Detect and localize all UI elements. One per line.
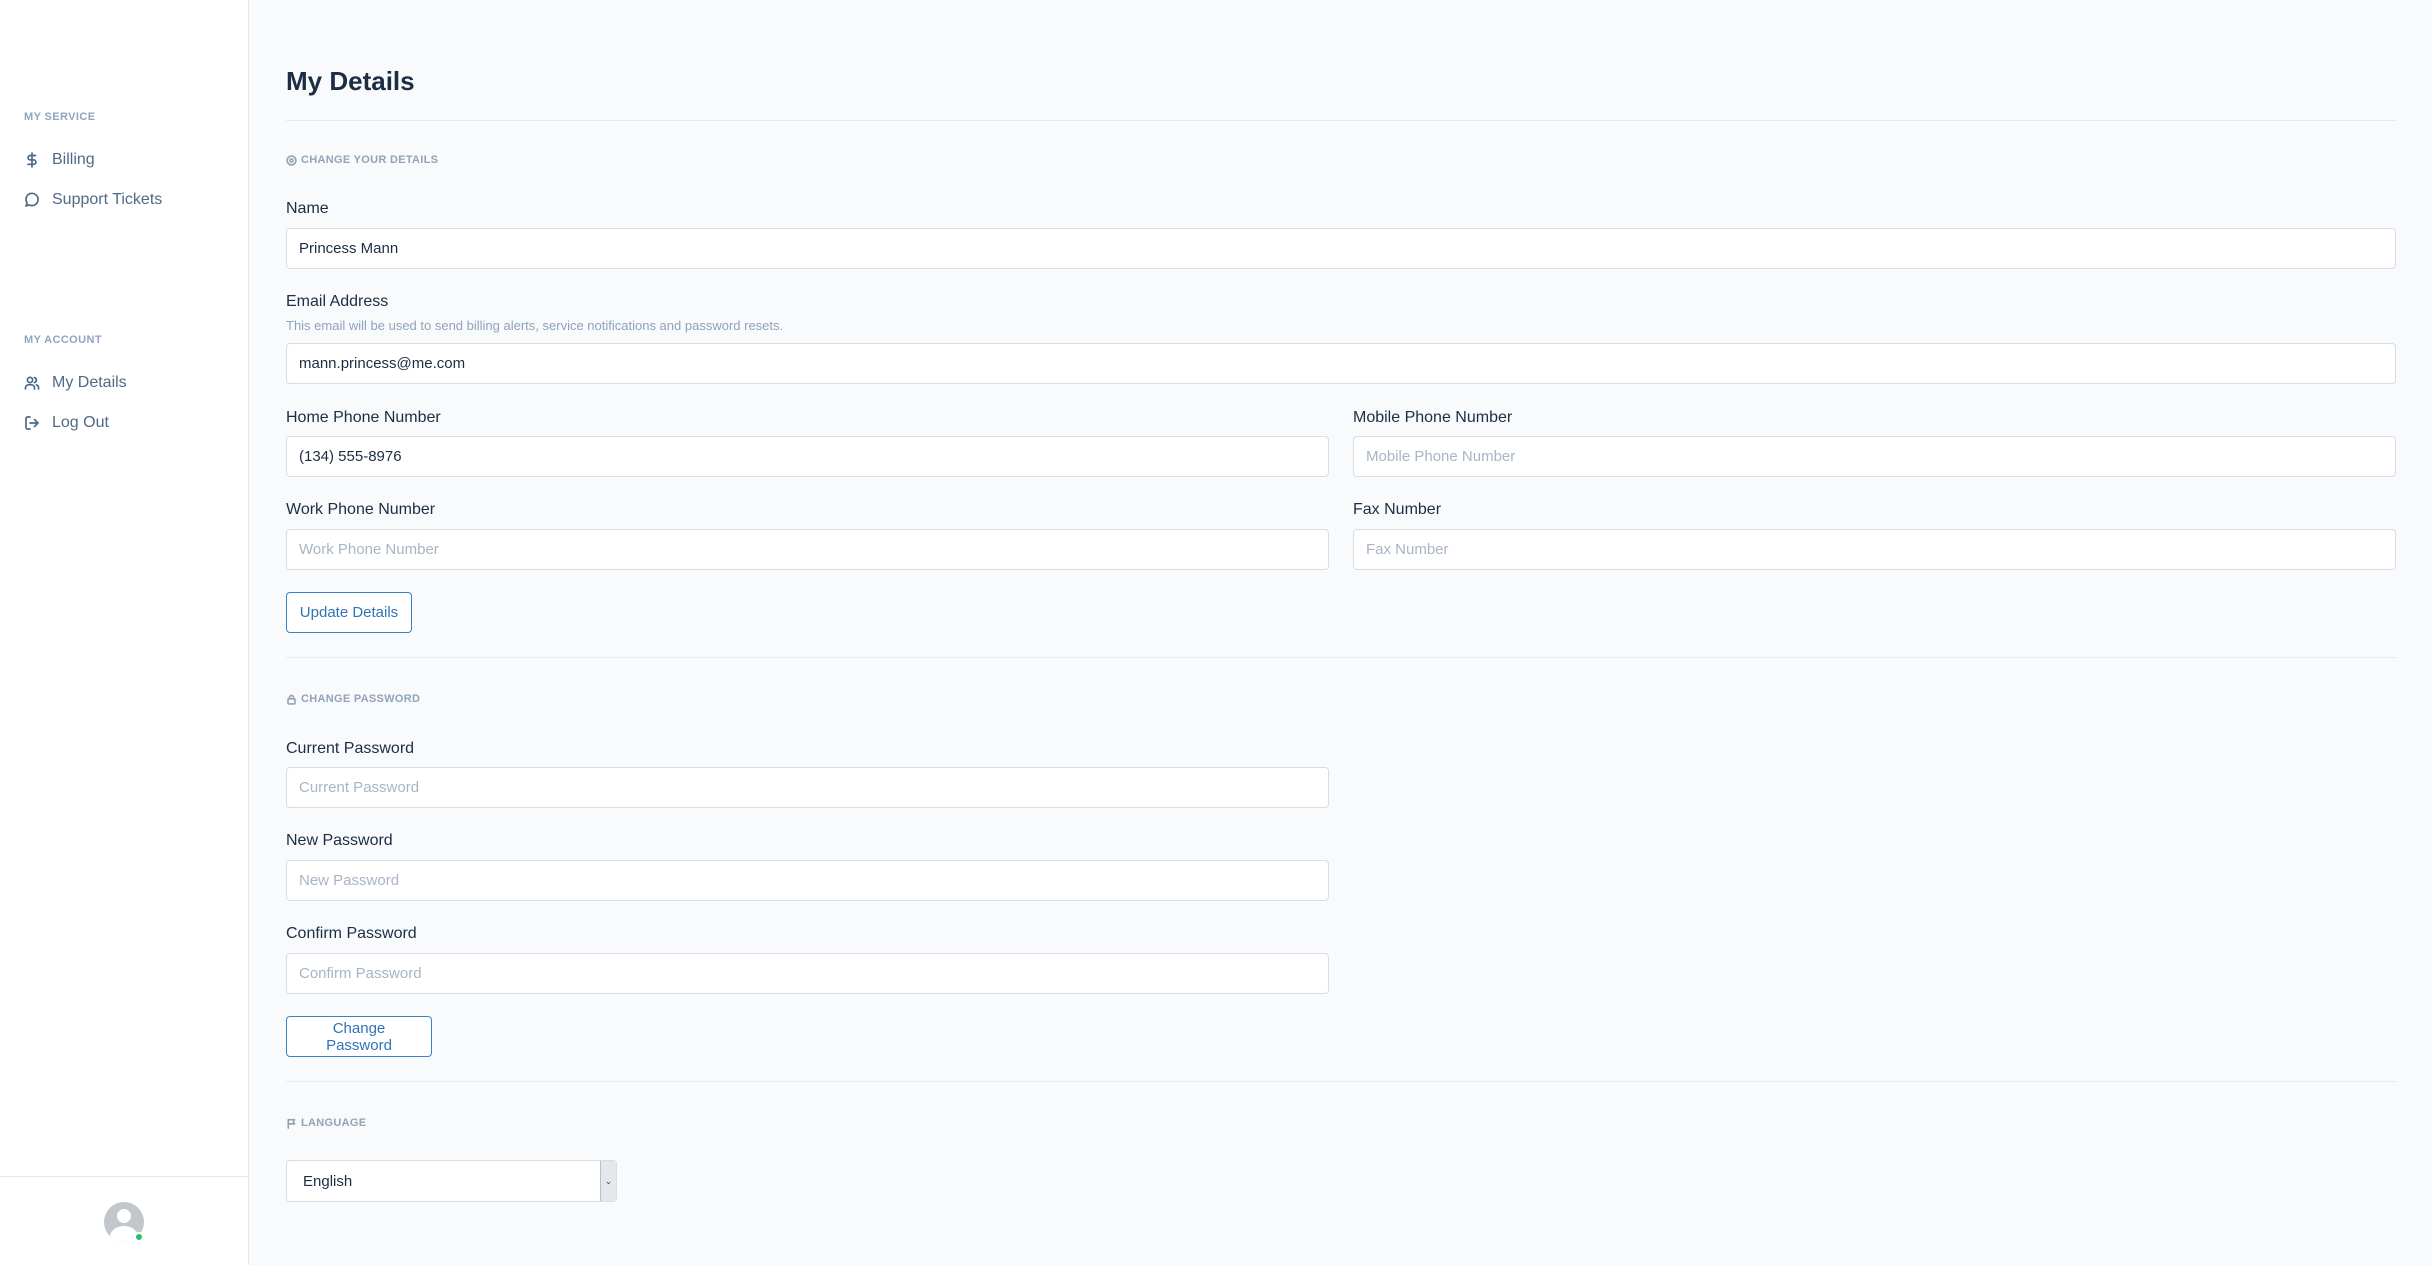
section-label-change-details: CHANGE YOUR DETAILS xyxy=(286,154,438,166)
sidebar-section-my-account: MY ACCOUNT xyxy=(24,334,102,346)
sidebar: MY SERVICE Billing Support Tickets MY AC… xyxy=(0,0,249,1265)
main-content: My Details CHANGE YOUR DETAILS Name Emai… xyxy=(286,0,2396,1265)
chevron-down-icon[interactable]: ⌄ xyxy=(600,1161,616,1201)
section-label-text: LANGUAGE xyxy=(301,1117,367,1129)
home-phone-label: Home Phone Number xyxy=(286,409,441,426)
work-phone-label: Work Phone Number xyxy=(286,501,436,518)
flag-icon xyxy=(287,1118,296,1129)
email-label: Email Address xyxy=(286,293,389,310)
sidebar-section-my-service: MY SERVICE xyxy=(24,111,96,123)
settings-circle-icon xyxy=(286,154,297,166)
change-password-button[interactable]: Change Password xyxy=(286,1016,432,1057)
confirm-password-input[interactable] xyxy=(286,953,1329,994)
sidebar-item-support-tickets[interactable]: Support Tickets xyxy=(24,191,162,209)
update-details-button[interactable]: Update Details xyxy=(286,592,412,633)
new-password-label: New Password xyxy=(286,832,393,849)
online-status-dot xyxy=(134,1232,144,1242)
fax-input[interactable] xyxy=(1353,529,2396,570)
sidebar-item-log-out[interactable]: Log Out xyxy=(24,414,109,432)
confirm-password-label: Confirm Password xyxy=(286,925,417,942)
dollar-icon xyxy=(27,152,37,168)
sidebar-item-label: Log Out xyxy=(52,414,109,431)
mobile-phone-input[interactable] xyxy=(1353,436,2396,477)
language-select-value: English xyxy=(303,1173,353,1190)
email-help-text: This email will be used to send billing … xyxy=(286,318,784,333)
sidebar-item-label: My Details xyxy=(52,374,127,391)
sidebar-item-label: Billing xyxy=(52,151,95,168)
users-icon xyxy=(24,376,40,390)
section-label-change-password: CHANGE PASSWORD xyxy=(286,693,420,705)
divider xyxy=(286,120,2396,121)
new-password-input[interactable] xyxy=(286,860,1329,901)
section-label-text: CHANGE YOUR DETAILS xyxy=(301,154,439,166)
page-title: My Details xyxy=(286,66,415,96)
lock-icon xyxy=(287,694,296,705)
divider xyxy=(286,657,2396,658)
current-password-label: Current Password xyxy=(286,740,415,757)
section-label-language: LANGUAGE xyxy=(286,1117,366,1129)
sidebar-item-label: Support Tickets xyxy=(52,191,163,208)
logout-icon xyxy=(25,416,39,430)
chat-bubble-icon xyxy=(25,192,39,207)
name-label: Name xyxy=(286,200,329,217)
fax-label: Fax Number xyxy=(1353,501,1442,518)
name-input[interactable] xyxy=(286,228,2396,269)
email-input[interactable] xyxy=(286,343,2396,384)
current-password-input[interactable] xyxy=(286,767,1329,808)
language-select[interactable]: English ⌄ xyxy=(286,1160,617,1202)
divider xyxy=(286,1081,2396,1082)
sidebar-item-my-details[interactable]: My Details xyxy=(24,374,127,392)
work-phone-input[interactable] xyxy=(286,529,1329,570)
home-phone-input[interactable] xyxy=(286,436,1329,477)
sidebar-item-billing[interactable]: Billing xyxy=(24,151,95,169)
sidebar-footer xyxy=(0,1176,249,1265)
section-label-text: CHANGE PASSWORD xyxy=(301,693,421,705)
mobile-phone-label: Mobile Phone Number xyxy=(1353,409,1513,426)
